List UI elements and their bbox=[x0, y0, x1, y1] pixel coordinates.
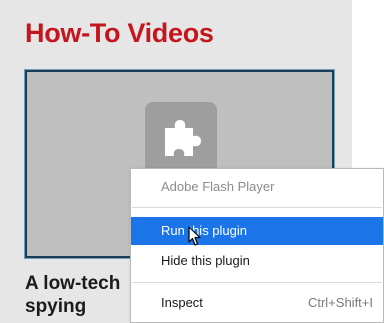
menu-item-run-plugin[interactable]: Run this plugin bbox=[131, 217, 383, 245]
menu-header-flash-player: Adobe Flash Player bbox=[161, 179, 275, 194]
menu-separator bbox=[132, 207, 382, 208]
menu-separator bbox=[132, 282, 382, 283]
article-title[interactable]: A low-tech spying bbox=[25, 272, 135, 318]
menu-item-inspect[interactable]: Inspect Ctrl+Shift+I bbox=[131, 289, 383, 317]
menu-item-label: Inspect bbox=[161, 295, 203, 310]
shortcut-label: Ctrl+Shift+I bbox=[307, 295, 373, 310]
context-menu: Adobe Flash Player Run this plugin Hide … bbox=[130, 168, 384, 323]
menu-item-hide-plugin[interactable]: Hide this plugin bbox=[131, 247, 383, 275]
puzzle-piece-icon bbox=[145, 102, 217, 174]
mouse-pointer-icon bbox=[188, 226, 202, 253]
section-title: How-To Videos bbox=[25, 18, 214, 48]
